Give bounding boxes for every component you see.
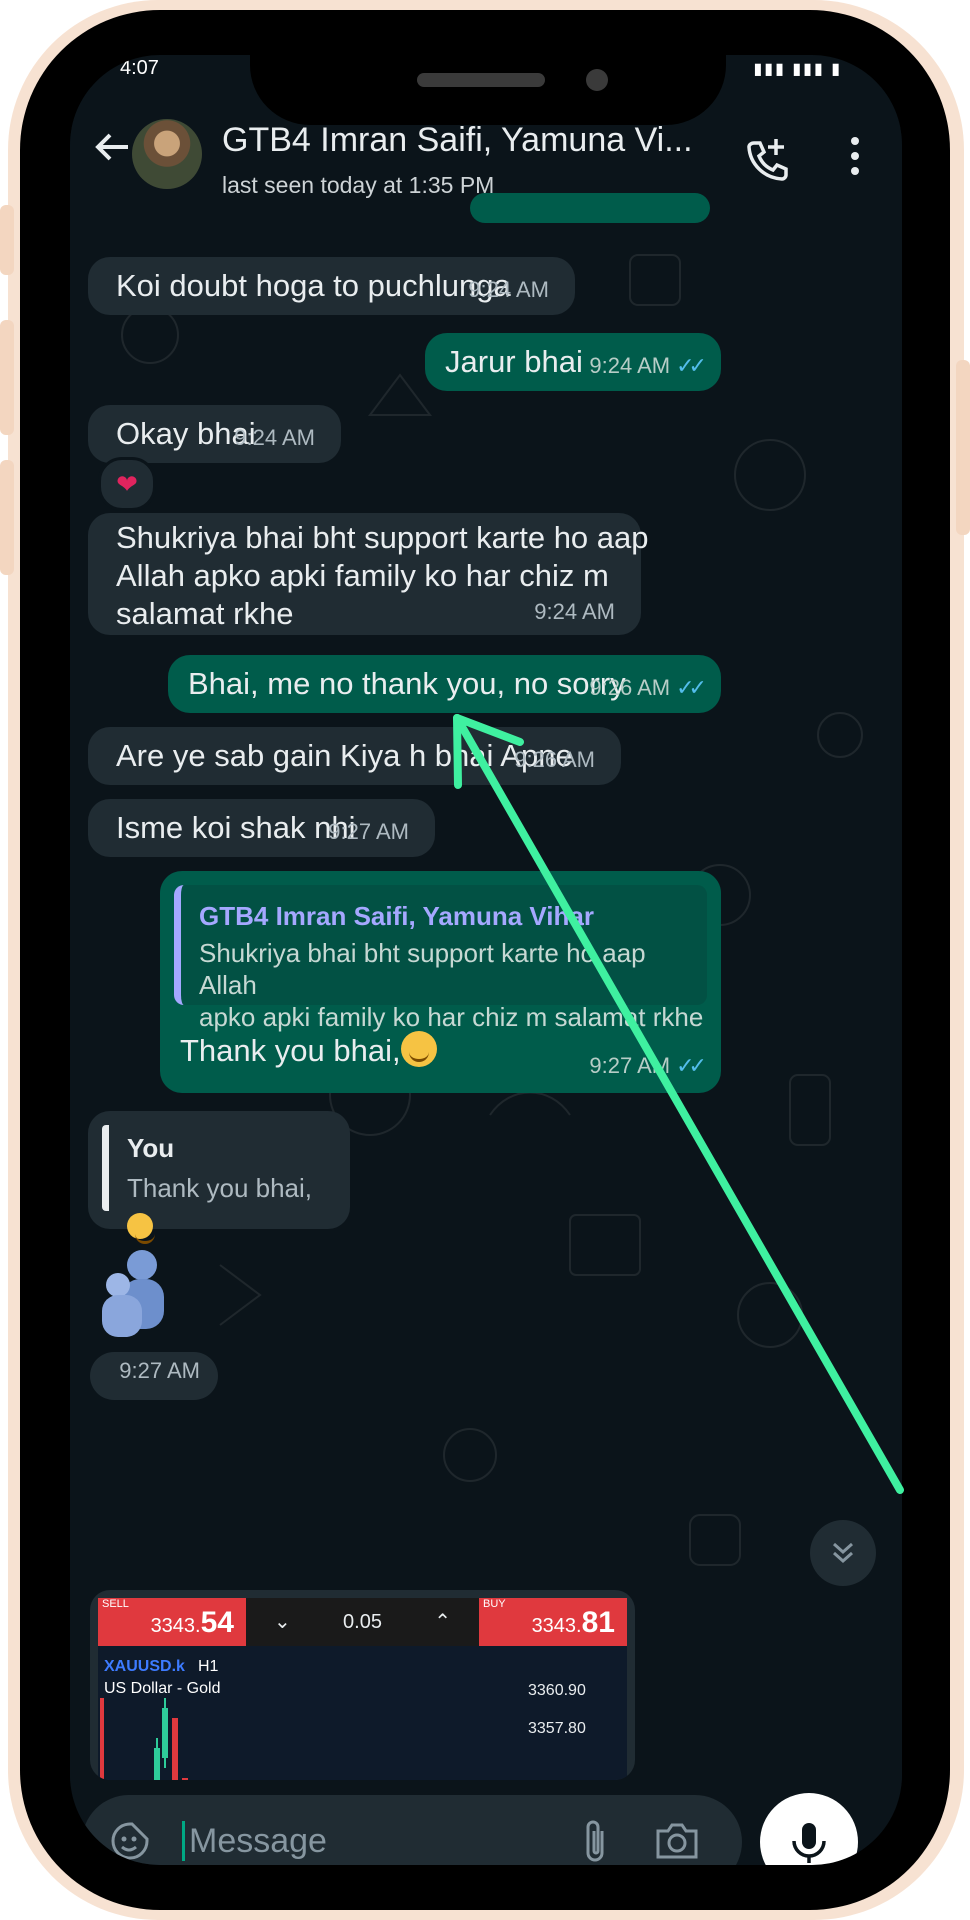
sell-button: SELL 3343.54 — [98, 1598, 246, 1646]
smiling-hearts-emoji-icon — [127, 1213, 155, 1244]
side-button — [956, 360, 970, 535]
message-time: 9:24 AM — [468, 277, 549, 302]
timeframe-label: H1 — [198, 1658, 219, 1675]
camera-icon[interactable] — [654, 1819, 700, 1863]
candlestick-chart — [100, 1698, 188, 1780]
message-bubble-in[interactable]: Shukriya bhai bht support karte ho aap A… — [88, 513, 649, 635]
buy-price: 3343.81 — [531, 1606, 615, 1639]
message-text: Isme koi shak nhi — [116, 810, 356, 845]
mic-button[interactable] — [760, 1793, 858, 1865]
message-bubble-out[interactable]: Jarur bhai 9:24 AM ✓✓ — [425, 333, 721, 391]
sticker-time-pill: 9:27 AM — [90, 1352, 218, 1400]
screen: 4:07 ▮▮▮ ▮▮▮ ▮ GTB4 Imran Saifi, Yamuna … — [70, 55, 902, 1865]
message-text: Jarur bhai — [445, 344, 583, 379]
message-text-line: salamat rkhe — [116, 596, 294, 631]
message-time: 9:26 AM — [514, 747, 595, 772]
quoted-text: Thank you bhai, — [127, 1169, 336, 1245]
notch — [250, 55, 726, 125]
side-button — [0, 320, 14, 435]
front-camera — [586, 69, 608, 91]
message-text-line: Shukriya bhai bht support karte ho aap — [116, 520, 649, 555]
message-bubble-out[interactable]: Bhai, me no thank you, no sorry 9:26 AM ✓… — [168, 655, 721, 713]
message-text: Koi doubt hoga to puchlunga — [116, 268, 511, 303]
price-axis-label: 3360.90 — [528, 1682, 586, 1699]
quoted-message[interactable]: GTB4 Imran Saifi, Yamuna Vihar Shukriya … — [174, 885, 707, 1032]
heart-icon[interactable]: ❤ — [98, 457, 156, 511]
chevron-down-icon: ⌄ — [274, 1611, 291, 1633]
avatar[interactable] — [132, 119, 202, 189]
speaker — [417, 73, 545, 87]
chevron-up-icon: ⌃ — [434, 1611, 451, 1633]
mic-icon — [792, 1823, 826, 1863]
trade-screenshot-image[interactable]: SELL 3343.54 ⌄ 0.05 ⌃ BUY 3343.81 XAUUSD… — [90, 1590, 635, 1780]
message-bubble-in[interactable]: Are ye sab gain Kiya h bhai Apne 9:26 AM — [88, 727, 621, 785]
message-bubble-out[interactable] — [470, 193, 710, 223]
read-ticks-icon: ✓✓ — [676, 675, 707, 700]
message-time: 9:27 AM ✓✓ — [589, 1053, 707, 1078]
last-seen: last seen today at 1:35 PM — [222, 172, 495, 198]
message-input-bar[interactable]: Message — [82, 1795, 742, 1865]
side-button — [0, 205, 14, 275]
add-call-icon[interactable] — [742, 135, 792, 185]
message-time: 9:24 AM ✓✓ — [589, 353, 707, 378]
message-time: 9:24 AM — [534, 599, 615, 624]
attach-icon[interactable] — [580, 1817, 610, 1865]
status-time: 4:07 — [120, 57, 159, 79]
read-ticks-icon: ✓✓ — [676, 353, 707, 378]
quoted-author: You — [127, 1133, 175, 1163]
message-text: Thank you bhai, — [180, 1031, 437, 1070]
message-time: 9:27 AM — [119, 1358, 200, 1383]
read-ticks-icon: ✓✓ — [676, 1053, 707, 1078]
hug-sticker[interactable] — [94, 1245, 174, 1345]
smiling-hearts-emoji-icon — [400, 1031, 437, 1067]
symbol-label: XAUUSD.k — [104, 1658, 185, 1675]
message-time: 9:24 AM — [234, 425, 315, 450]
reply-message-bubble[interactable]: GTB4 Imran Saifi, Yamuna Vihar Shukriya … — [160, 871, 721, 1093]
back-arrow-icon[interactable] — [92, 127, 132, 174]
sticker-icon[interactable] — [110, 1821, 150, 1861]
quoted-author: GTB4 Imran Saifi, Yamuna Vihar — [199, 901, 594, 931]
trade-panel: SELL 3343.54 ⌄ 0.05 ⌃ BUY 3343.81 XAUUSD… — [98, 1598, 627, 1780]
contact-name[interactable]: GTB4 Imran Saifi, Yamuna Vi... — [222, 121, 732, 160]
quoted-message[interactable]: You Thank you bhai, — [102, 1125, 336, 1244]
instrument-description: US Dollar - Gold — [104, 1680, 221, 1697]
message-input[interactable]: Message — [182, 1821, 327, 1861]
chat-area: Koi doubt hoga to puchlunga 9:24 AM Jaru… — [70, 193, 902, 1785]
sell-price: 3343.54 — [150, 1606, 234, 1639]
reply-message-bubble[interactable]: You Thank you bhai, — [88, 1111, 350, 1244]
message-bubble-in[interactable]: Koi doubt hoga to puchlunga 9:24 AM — [88, 257, 575, 315]
signal-icons: ▮▮▮ ▮▮▮ ▮ — [753, 61, 842, 78]
message-bubble-in[interactable]: Okay bhai 9:24 AM — [88, 405, 341, 463]
scroll-down-icon[interactable] — [810, 1520, 876, 1586]
message-text-line: Allah apko apki family ko har chiz m — [116, 558, 609, 593]
message-text: Are ye sab gain Kiya h bhai Apne — [116, 738, 573, 773]
side-button — [0, 460, 14, 575]
price-axis-label: 3357.80 — [528, 1720, 586, 1737]
lot-size: ⌄ 0.05 ⌃ — [246, 1598, 479, 1646]
message-time: 9:26 AM ✓✓ — [589, 675, 707, 700]
message-bubble-in[interactable]: Isme koi shak nhi 9:27 AM — [88, 799, 435, 857]
menu-icon[interactable] — [850, 137, 860, 179]
message-time: 9:27 AM — [328, 819, 409, 844]
message-text: Bhai, me no thank you, no sorry — [188, 666, 626, 701]
buy-button: BUY 3343.81 — [479, 1598, 627, 1646]
quoted-text: Shukriya bhai bht support karte ho aap A… — [199, 938, 704, 1032]
